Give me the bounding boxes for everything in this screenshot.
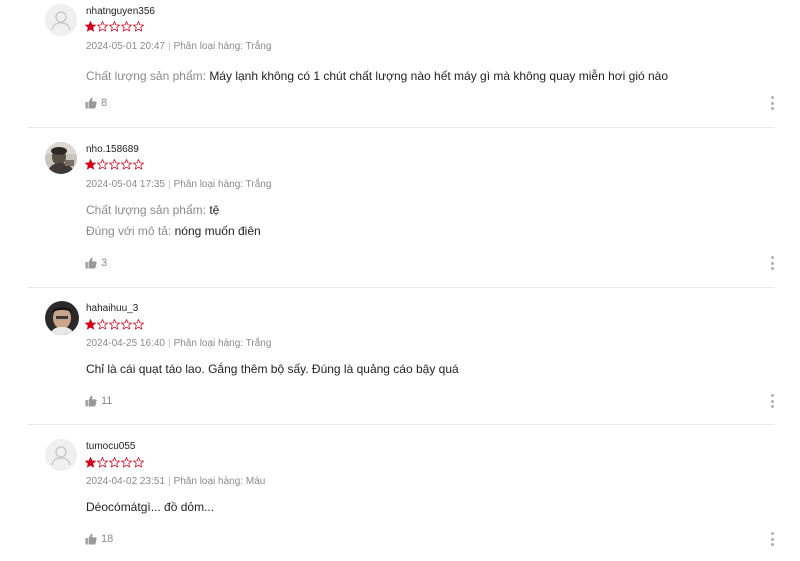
user-photo-icon: [45, 301, 79, 335]
like-button[interactable]: 18: [85, 533, 113, 545]
review-meta: 2024-05-01 20:47 | Phân loại hàng: Trắng: [86, 41, 272, 52]
star-filled-icon: [85, 21, 96, 32]
like-count: 3: [101, 257, 108, 269]
attribute-label: Đúng với mô tả:: [86, 224, 172, 238]
star-empty-icon: [133, 21, 144, 32]
review-content: Chất lượng sản phẩm: tệ Đúng với mô tả: …: [86, 200, 261, 242]
thumbs-up-icon: [85, 533, 97, 545]
star-empty-icon: [109, 319, 120, 330]
attribute-label: Chất lượng sản phẩm:: [86, 203, 206, 217]
star-filled-icon: [85, 319, 96, 330]
rating-stars: [85, 21, 144, 32]
avatar[interactable]: [45, 301, 79, 335]
review-variation: Phân loại hàng: Trắng: [173, 179, 272, 190]
review-attribute: Chất lượng sản phẩm: Máy lạnh không có 1…: [86, 66, 668, 87]
thumbs-up-icon: [85, 395, 97, 407]
star-filled-icon: [85, 159, 96, 170]
like-button[interactable]: 3: [85, 257, 107, 269]
review-comment: Déocómátgì... đồ dỏm...: [86, 500, 215, 514]
avatar[interactable]: [45, 142, 77, 174]
rating-stars: [85, 457, 144, 468]
review-item: nho.158689 2024-05-04 17:35 | Phân loại hà…: [28, 128, 774, 288]
star-empty-icon: [97, 319, 108, 330]
star-empty-icon: [121, 457, 132, 468]
star-empty-icon: [133, 159, 144, 170]
thumbs-up-icon: [85, 257, 97, 269]
star-empty-icon: [133, 457, 144, 468]
star-filled-icon: [85, 457, 96, 468]
review-list: nhatnguyen356 2024-05-01 20:47 | Phân loại…: [0, 0, 800, 561]
star-empty-icon: [109, 159, 120, 170]
rating-stars: [85, 319, 144, 330]
star-empty-icon: [109, 21, 120, 32]
star-empty-icon: [97, 21, 108, 32]
like-count: 18: [101, 533, 114, 545]
review-username[interactable]: hahaihuu_3: [86, 303, 138, 314]
star-empty-icon: [121, 159, 132, 170]
more-options-icon[interactable]: [770, 96, 774, 110]
user-icon: [45, 439, 77, 471]
attribute-label: Chất lượng sản phẩm:: [86, 69, 206, 83]
review-content: Chất lượng sản phẩm: Máy lạnh không có 1…: [86, 66, 668, 87]
more-options-icon[interactable]: [770, 394, 774, 408]
review-date: 2024-05-04 17:35: [86, 179, 165, 190]
review-meta: 2024-04-25 16:40 | Phân loại hàng: Trắng: [86, 338, 272, 349]
star-empty-icon: [97, 159, 108, 170]
like-count: 8: [101, 97, 108, 109]
attribute-value: Máy lạnh không có 1 chút chất lượng nào …: [209, 69, 669, 83]
more-options-icon[interactable]: [770, 256, 774, 270]
user-icon: [45, 4, 77, 36]
avatar[interactable]: [45, 439, 77, 471]
like-count: 11: [101, 395, 113, 407]
attribute-value: tệ: [209, 203, 220, 217]
star-empty-icon: [121, 319, 132, 330]
review-attribute: Đúng với mô tả: nóng muốn điên: [86, 221, 261, 242]
review-username[interactable]: nho.158689: [86, 144, 139, 155]
review-username[interactable]: nhatnguyen356: [86, 6, 155, 17]
like-button[interactable]: 11: [85, 395, 112, 407]
user-photo-icon: [45, 142, 77, 174]
avatar[interactable]: [45, 4, 77, 36]
review-content: Chỉ là cái quạt táo lao. Gắng thêm bộ sấ…: [86, 359, 459, 380]
review-item: hahaihuu_3 2024-04-25 16:40 | Phân loại hà…: [28, 288, 774, 425]
like-button[interactable]: 8: [85, 97, 107, 109]
review-variation: Phân loại hàng: Trắng: [173, 41, 272, 52]
review-item: nhatnguyen356 2024-05-01 20:47 | Phân loại…: [28, 0, 774, 128]
star-empty-icon: [133, 319, 144, 330]
review-variation: Phân loại hàng: Trắng: [173, 338, 272, 349]
review-item: tumocu055 2024-04-02 23:51 | Phân loại hàn…: [28, 425, 774, 561]
review-date: 2024-04-02 23:51: [86, 476, 165, 487]
review-date: 2024-05-01 20:47: [86, 41, 165, 52]
review-date: 2024-04-25 16:40: [86, 338, 165, 349]
star-empty-icon: [109, 457, 120, 468]
review-variation: Phân loại hàng: Màu: [173, 476, 266, 487]
star-empty-icon: [121, 21, 132, 32]
thumbs-up-icon: [85, 97, 97, 109]
review-attribute: Chất lượng sản phẩm: tệ: [86, 200, 261, 221]
rating-stars: [85, 159, 144, 170]
review-username[interactable]: tumocu055: [86, 441, 135, 452]
review-content: Déocómátgì... đồ dỏm...: [86, 497, 214, 518]
more-options-icon[interactable]: [770, 532, 774, 546]
review-meta: 2024-04-02 23:51 | Phân loại hàng: Màu: [86, 476, 266, 487]
review-meta: 2024-05-04 17:35 | Phân loại hàng: Trắng: [86, 179, 272, 190]
attribute-value: nóng muốn điên: [174, 224, 261, 238]
review-comment: Chỉ là cái quạt táo lao. Gắng thêm bộ sấ…: [86, 362, 459, 376]
star-empty-icon: [97, 457, 108, 468]
